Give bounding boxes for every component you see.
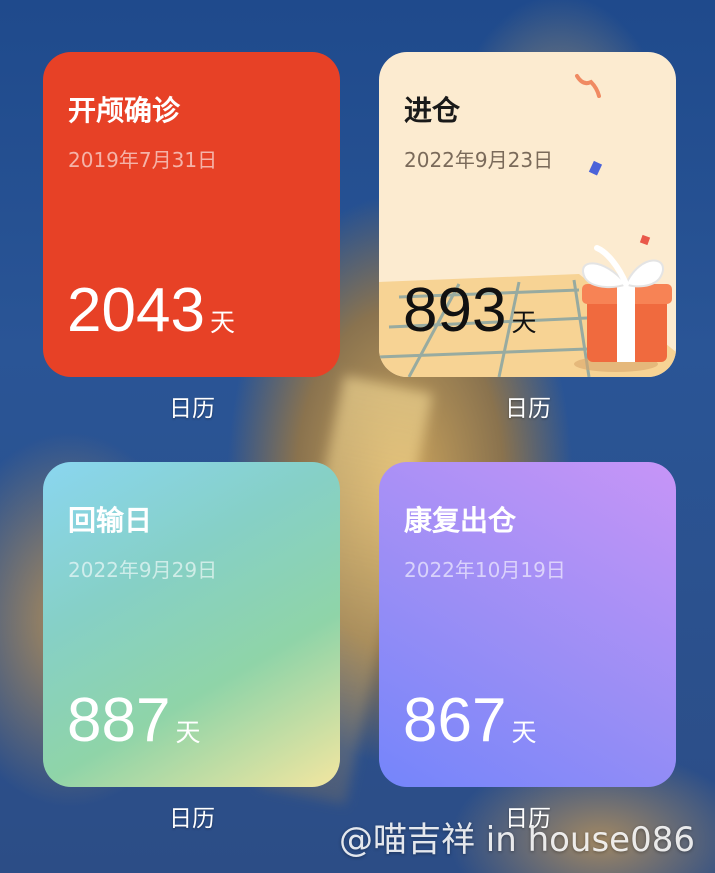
widget-day-count: 2043 天 — [67, 280, 235, 342]
widget-title: 开颅确诊 — [68, 94, 181, 127]
widget-title: 康复出仓 — [404, 504, 517, 537]
watermark: @喵吉祥 in house086 — [338, 820, 695, 860]
day-count-unit: 天 — [209, 308, 235, 337]
day-count-unit: 天 — [511, 718, 537, 747]
day-count-number: 893 — [403, 276, 507, 345]
widget-date: 2019年7月31日 — [68, 148, 218, 172]
day-count-number: 867 — [403, 686, 507, 755]
countdown-widget-discharge[interactable]: 康复出仓 2022年10月19日 867 天 — [379, 462, 676, 787]
widget-app-label[interactable]: 日历 — [468, 389, 588, 423]
widget-app-label[interactable]: 日历 — [132, 389, 252, 423]
day-count-unit: 天 — [511, 308, 537, 337]
day-count-number: 2043 — [67, 276, 205, 345]
widget-day-count: 867 天 — [403, 690, 536, 752]
confetti-icon — [575, 74, 651, 246]
widget-date: 2022年9月23日 — [404, 148, 554, 172]
countdown-widget-infusion[interactable]: 回输日 2022年9月29日 887 天 — [43, 462, 340, 787]
countdown-widget-diagnosis[interactable]: 开颅确诊 2019年7月31日 2043 天 — [43, 52, 340, 377]
widget-day-count: 887 天 — [67, 690, 200, 752]
widget-date: 2022年10月19日 — [404, 558, 566, 582]
widget-app-label[interactable]: 日历 — [132, 799, 252, 833]
day-count-number: 887 — [67, 686, 171, 755]
widget-title: 进仓 — [404, 94, 461, 127]
gift-box-icon — [574, 245, 672, 372]
widget-title: 回输日 — [68, 504, 153, 537]
widget-date: 2022年9月29日 — [68, 558, 218, 582]
widget-day-count: 893 天 — [403, 280, 536, 342]
countdown-widget-admission[interactable]: 进仓 2022年9月23日 893 天 — [379, 52, 676, 377]
day-count-unit: 天 — [175, 718, 201, 747]
